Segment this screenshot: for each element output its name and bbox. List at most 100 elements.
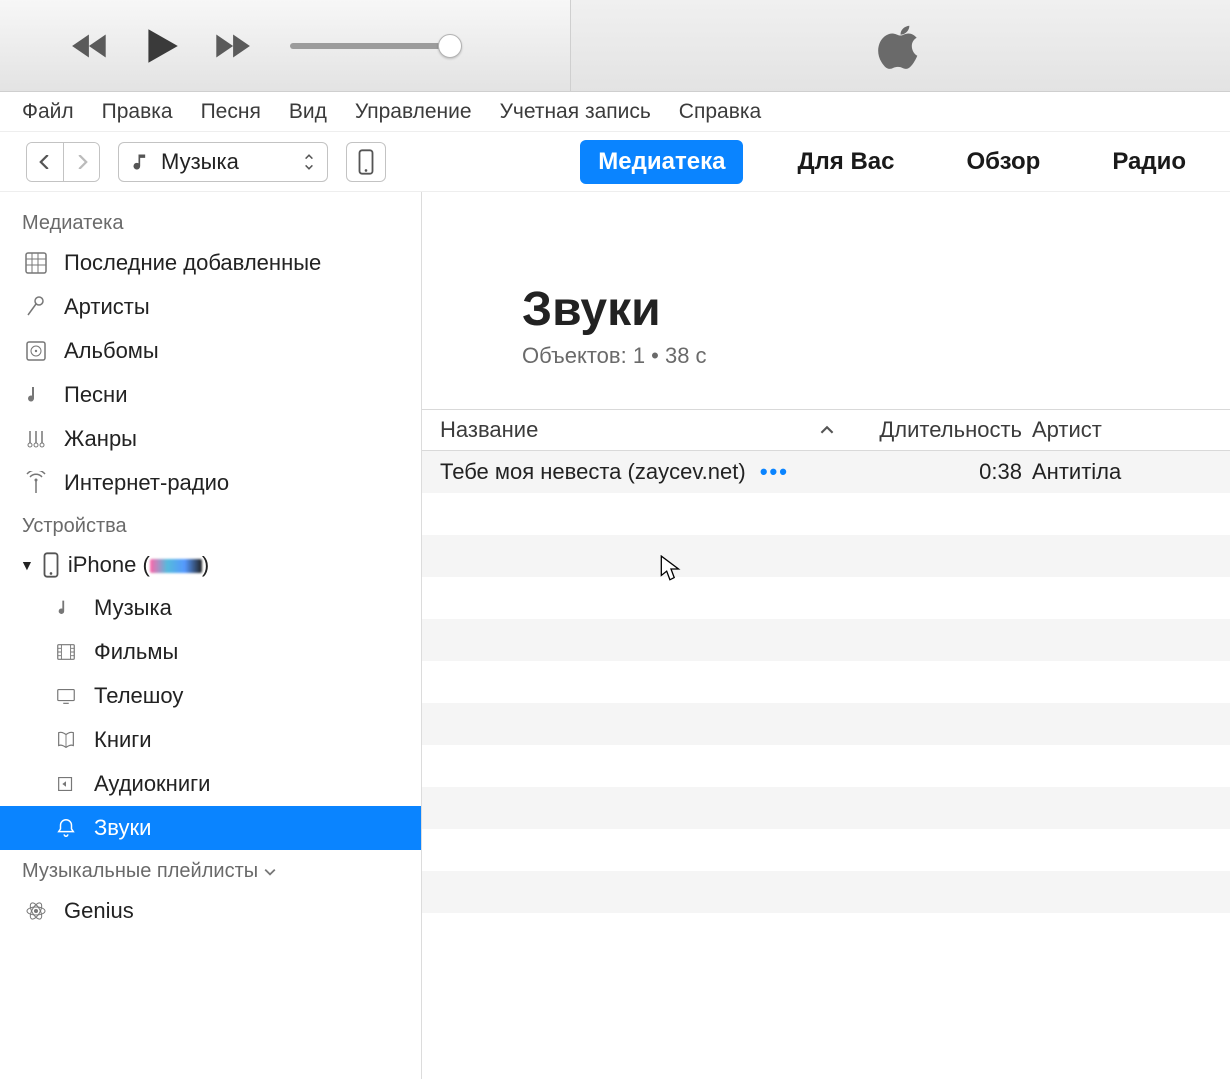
sidebar-item-albums[interactable]: Альбомы xyxy=(0,329,421,373)
antenna-icon xyxy=(22,469,50,497)
sidebar-label: Артисты xyxy=(64,294,150,320)
forward-button[interactable] xyxy=(63,143,99,181)
content-header: Звуки Объектов: 1 • 38 c xyxy=(422,192,1230,409)
volume-slider[interactable] xyxy=(290,43,450,49)
cell-artist: Антитіла xyxy=(1032,459,1212,485)
sidebar-item-device-movies[interactable]: Фильмы xyxy=(0,630,421,674)
device-button[interactable] xyxy=(346,142,386,182)
sidebar-item-iradio[interactable]: Интернет-радио xyxy=(0,461,421,505)
table-row xyxy=(422,745,1230,787)
tab-library[interactable]: Медиатека xyxy=(580,140,743,184)
menu-file[interactable]: Файл xyxy=(22,100,74,124)
tab-radio[interactable]: Радио xyxy=(1094,140,1204,184)
source-label: Музыка xyxy=(161,149,239,175)
cell-title: Тебе моя невеста (zaycev.net) ••• xyxy=(440,459,852,485)
table-row xyxy=(422,829,1230,871)
updown-chevron-icon xyxy=(303,153,315,171)
playback-bar xyxy=(0,0,1230,92)
content-subtitle: Объектов: 1 • 38 c xyxy=(522,343,1230,369)
sidebar-label: Книги xyxy=(94,727,152,753)
column-duration-header[interactable]: Длительность xyxy=(852,417,1032,443)
sidebar-label: Жанры xyxy=(64,426,137,452)
chevron-down-icon xyxy=(264,866,276,878)
audiobook-icon xyxy=(52,770,80,798)
menu-controls[interactable]: Управление xyxy=(355,100,472,124)
sidebar-item-recent[interactable]: Последние добавленные xyxy=(0,241,421,285)
table-row xyxy=(422,661,1230,703)
tab-browse[interactable]: Обзор xyxy=(948,140,1058,184)
now-playing-area xyxy=(570,0,1230,91)
tones-table: Название Длительность Артист Тебе моя не… xyxy=(422,409,1230,955)
sidebar-label: Genius xyxy=(64,898,134,924)
book-icon xyxy=(52,726,80,754)
sidebar-item-device-tones[interactable]: Звуки xyxy=(0,806,421,850)
nav-buttons xyxy=(26,142,100,182)
volume-knob[interactable] xyxy=(438,34,462,58)
album-icon xyxy=(22,337,50,365)
source-dropdown[interactable]: Музыка xyxy=(118,142,328,182)
table-row xyxy=(422,493,1230,535)
sidebar-item-artists[interactable]: Артисты xyxy=(0,285,421,329)
table-row xyxy=(422,577,1230,619)
sidebar-label: Музыка xyxy=(94,595,172,621)
sidebar-label: Телешоу xyxy=(94,683,183,709)
phone-icon xyxy=(358,149,374,175)
music-note-icon xyxy=(131,152,151,172)
sidebar-label: Фильмы xyxy=(94,639,178,665)
guitar-icon xyxy=(22,425,50,453)
bell-icon xyxy=(52,814,80,842)
menu-song[interactable]: Песня xyxy=(201,100,261,124)
play-button[interactable] xyxy=(140,25,182,67)
sort-asc-icon xyxy=(820,423,834,437)
device-name-redacted xyxy=(150,559,202,573)
menu-bar: Файл Правка Песня Вид Управление Учетная… xyxy=(0,92,1230,132)
back-button[interactable] xyxy=(27,143,63,181)
sidebar-label: Последние добавленные xyxy=(64,250,321,276)
column-title-header[interactable]: Название xyxy=(440,417,852,443)
table-row xyxy=(422,787,1230,829)
table-header[interactable]: Название Длительность Артист xyxy=(422,409,1230,451)
menu-view[interactable]: Вид xyxy=(289,100,327,124)
disclosure-triangle-icon: ▼ xyxy=(20,557,34,573)
column-artist-header[interactable]: Артист xyxy=(1032,417,1212,443)
sidebar-item-songs[interactable]: Песни xyxy=(0,373,421,417)
sidebar-item-device-music[interactable]: Музыка xyxy=(0,586,421,630)
table-row xyxy=(422,703,1230,745)
sidebar-item-device-audiobooks[interactable]: Аудиокниги xyxy=(0,762,421,806)
sidebar-label: Песни xyxy=(64,382,128,408)
apple-logo-icon xyxy=(878,23,924,69)
phone-icon xyxy=(42,552,60,578)
tv-icon xyxy=(52,682,80,710)
sidebar-item-device-tvshows[interactable]: Телешоу xyxy=(0,674,421,718)
row-more-icon[interactable]: ••• xyxy=(760,459,789,484)
cell-duration: 0:38 xyxy=(852,459,1032,485)
film-icon xyxy=(52,638,80,666)
device-name: iPhone () xyxy=(68,552,209,578)
content-title: Звуки xyxy=(522,282,1230,337)
sidebar-item-device-books[interactable]: Книги xyxy=(0,718,421,762)
tab-foryou[interactable]: Для Вас xyxy=(779,140,912,184)
sidebar-label: Альбомы xyxy=(64,338,159,364)
sidebar-heading-library: Медиатека xyxy=(0,202,421,241)
sidebar-label: Аудиокниги xyxy=(94,771,210,797)
table-row xyxy=(422,871,1230,913)
grid-icon xyxy=(22,249,50,277)
table-row[interactable]: Тебе моя невеста (zaycev.net) ••• 0:38 А… xyxy=(422,451,1230,493)
previous-button[interactable] xyxy=(70,25,112,67)
music-note-icon xyxy=(52,594,80,622)
menu-account[interactable]: Учетная запись xyxy=(500,100,651,124)
sidebar-heading-playlists[interactable]: Музыкальные плейлисты xyxy=(0,850,421,889)
content-area: Звуки Объектов: 1 • 38 c Название Длител… xyxy=(422,192,1230,1079)
table-row xyxy=(422,535,1230,577)
table-row xyxy=(422,913,1230,955)
toolbar: Музыка Медиатека Для Вас Обзор Радио xyxy=(0,132,1230,192)
sidebar-item-device-iphone[interactable]: ▼ iPhone () xyxy=(0,544,229,586)
menu-help[interactable]: Справка xyxy=(679,100,761,124)
sidebar-item-genres[interactable]: Жанры xyxy=(0,417,421,461)
playback-controls xyxy=(0,25,570,67)
music-note-icon xyxy=(22,381,50,409)
next-button[interactable] xyxy=(210,25,252,67)
sidebar-item-genius[interactable]: Genius xyxy=(0,889,421,933)
menu-edit[interactable]: Правка xyxy=(102,100,173,124)
nav-tabs: Медиатека Для Вас Обзор Радио xyxy=(580,140,1204,184)
